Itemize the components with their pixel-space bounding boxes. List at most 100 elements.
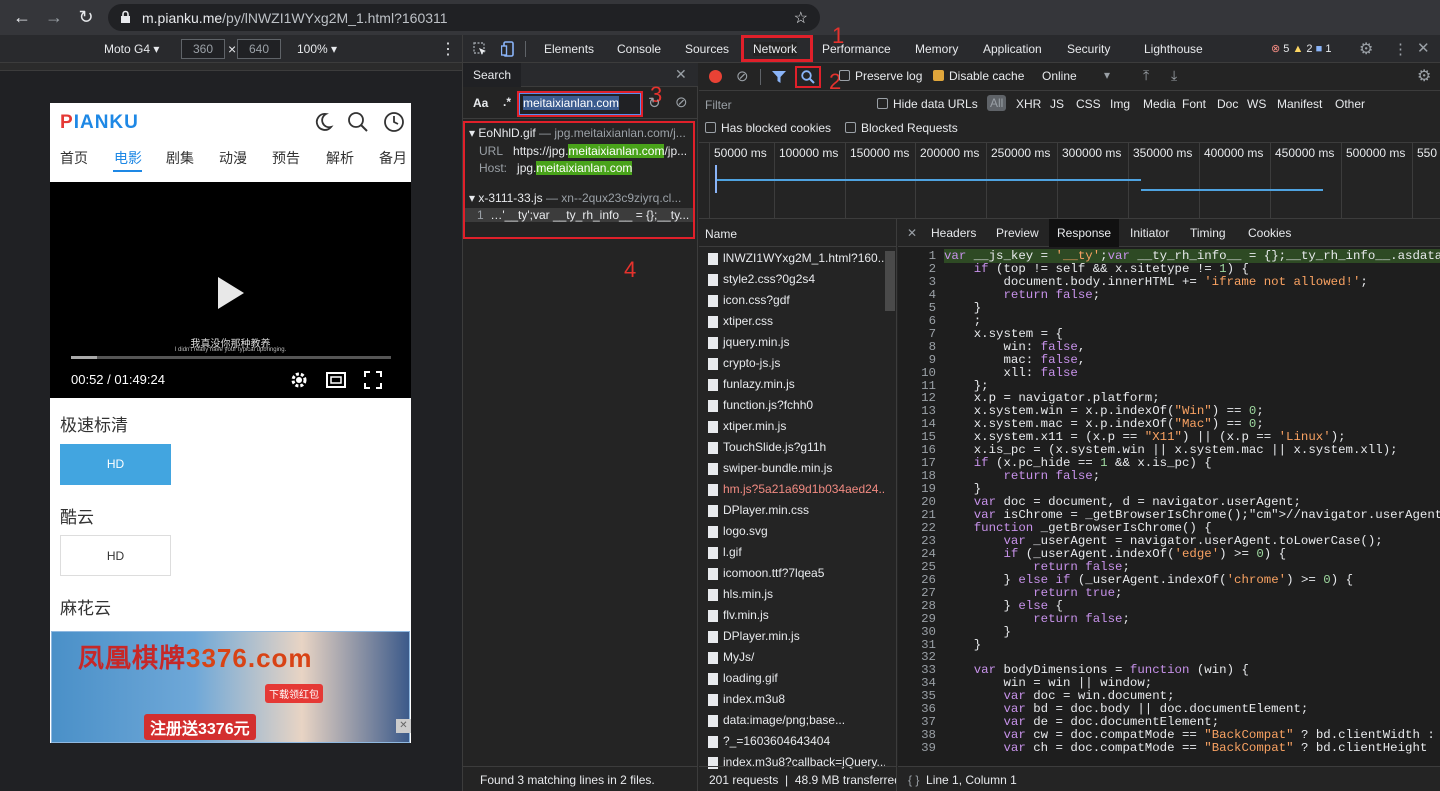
nav-item-active[interactable]: 电影 <box>114 148 142 168</box>
type-filter-ws[interactable]: WS <box>1247 97 1266 111</box>
hide-data-urls-checkbox[interactable]: Hide data URLs <box>877 97 978 111</box>
fullscreen-icon[interactable] <box>362 370 384 390</box>
request-row[interactable]: hm.js?5a21a69d1b034aed24... <box>699 479 885 500</box>
back-arrow-icon[interactable]: ← <box>12 7 32 27</box>
close-search-icon[interactable]: ✕ <box>675 66 687 83</box>
type-filter-media[interactable]: Media <box>1143 97 1176 111</box>
throttle-chevron-down-icon[interactable]: ▾ <box>1104 68 1110 82</box>
hd-button[interactable]: HD <box>60 535 171 576</box>
zoom-select[interactable]: 100% ▾ <box>297 42 337 56</box>
tab-initiator[interactable]: Initiator <box>1130 226 1169 240</box>
nav-item[interactable]: 备月 <box>379 148 407 168</box>
tab-lighthouse[interactable]: Lighthouse <box>1144 42 1203 56</box>
request-row[interactable]: ?_=1603604643404 <box>699 731 885 752</box>
reload-icon[interactable]: ↻ <box>76 7 96 27</box>
request-row[interactable]: hls.min.js <box>699 584 885 605</box>
request-row[interactable]: function.js?fchh0 <box>699 395 885 416</box>
request-row[interactable]: icomoon.ttf?7lqea5 <box>699 563 885 584</box>
disable-cache-checkbox[interactable]: Disable cache <box>933 69 1024 83</box>
request-row[interactable]: TouchSlide.js?g11h <box>699 437 885 458</box>
tab-console[interactable]: Console <box>617 42 661 56</box>
address-bar[interactable]: m.pianku.me/py/lNWZI1WYxg2M_1.html?16031… <box>108 4 820 31</box>
request-row[interactable]: flv.min.js <box>699 605 885 626</box>
record-icon[interactable] <box>709 70 722 83</box>
export-har-icon[interactable]: ⤓ <box>1171 67 1177 84</box>
close-detail-icon[interactable]: ✕ <box>907 226 917 240</box>
issue-counters[interactable]: ⊗ 5 ▲ 2 ■ 1 <box>1271 42 1331 55</box>
hd-button-active[interactable]: HD <box>60 444 171 485</box>
tab-sources[interactable]: Sources <box>685 42 729 56</box>
tab-response[interactable]: Response <box>1049 219 1120 247</box>
ad-banner[interactable]: 凤凰棋牌3376.com 下载领红包 注册送3376元 <box>51 631 410 743</box>
settings-gear-icon[interactable]: ⚙ <box>1359 39 1373 59</box>
has-blocked-cookies-checkbox[interactable]: Has blocked cookies <box>705 121 831 135</box>
nav-item[interactable]: 动漫 <box>219 148 247 168</box>
close-devtools-icon[interactable]: ✕ <box>1417 39 1430 57</box>
tab-timing[interactable]: Timing <box>1190 226 1226 240</box>
match-case-toggle[interactable]: Aa <box>473 96 488 110</box>
more-options-icon[interactable]: ⋮ <box>440 39 456 59</box>
request-row[interactable]: xtiper.min.js <box>699 416 885 437</box>
ad-close-icon[interactable]: ✕ <box>396 719 411 733</box>
request-row[interactable]: data:image/png;base... <box>699 710 885 731</box>
blocked-requests-checkbox[interactable]: Blocked Requests <box>845 121 958 135</box>
type-filter-font[interactable]: Font <box>1182 97 1206 111</box>
import-har-icon[interactable]: ⤒ <box>1143 67 1149 84</box>
search-icon[interactable] <box>347 111 369 133</box>
request-row[interactable]: funlazy.min.js <box>699 374 885 395</box>
request-list-scrollbar[interactable] <box>885 251 895 311</box>
history-clock-icon[interactable] <box>383 111 405 133</box>
type-filter-all[interactable]: All <box>987 95 1007 111</box>
result-file[interactable]: ▾ x-3111-33.js — xn--2qux23c9ziyrq.cl... <box>469 191 693 205</box>
preserve-log-checkbox[interactable]: Preserve log <box>839 69 922 83</box>
tab-preview[interactable]: Preview <box>996 226 1039 240</box>
bookmark-star-icon[interactable]: ☆ <box>794 8 808 28</box>
response-code-view[interactable]: 1 var __js_key = '__ty';var __ty_rh_info_… <box>898 247 1440 766</box>
clear-log-icon[interactable]: ⊘ <box>736 67 749 85</box>
request-row[interactable]: swiper-bundle.min.js <box>699 458 885 479</box>
device-width-input[interactable]: 360 <box>181 39 225 59</box>
request-row[interactable]: loading.gif <box>699 668 885 689</box>
result-file[interactable]: ▾ EoNhlD.gif — jpg.meitaixianlan.com/j..… <box>469 126 693 140</box>
tab-elements[interactable]: Elements <box>544 42 594 56</box>
type-filter-css[interactable]: CSS <box>1076 97 1101 111</box>
name-column-header[interactable]: Name <box>699 219 896 247</box>
throttle-select[interactable]: Online <box>1042 69 1077 83</box>
refresh-search-icon[interactable]: ↻ <box>648 94 661 112</box>
type-filter-js[interactable]: JS <box>1050 97 1064 111</box>
result-line[interactable]: Host: jpg.meitaixianlan.com <box>479 161 693 175</box>
type-filter-xhr[interactable]: XHR <box>1016 97 1041 111</box>
network-settings-gear-icon[interactable]: ⚙ <box>1417 66 1431 86</box>
settings-gear-icon[interactable] <box>288 370 310 390</box>
play-icon[interactable] <box>218 277 244 309</box>
network-overview-timeline[interactable]: 50000 ms 100000 ms 150000 ms 200000 ms 2… <box>699 143 1440 219</box>
request-row[interactable]: MyJs/ <box>699 647 885 668</box>
request-row[interactable]: xtiper.css <box>699 311 885 332</box>
result-line-selected[interactable]: 1 …'__ty';var __ty_rh_info__ = {};__ty..… <box>465 208 693 222</box>
tab-security[interactable]: Security <box>1067 42 1110 56</box>
video-progress-bar[interactable] <box>71 356 391 359</box>
filter-funnel-icon[interactable] <box>772 71 786 83</box>
device-select[interactable]: Moto G4 ▾ <box>104 42 159 56</box>
device-height-input[interactable]: 640 <box>237 39 281 59</box>
request-row[interactable]: crypto-js.js <box>699 353 885 374</box>
pretty-print-icon[interactable]: { } <box>908 773 919 787</box>
inspect-element-icon[interactable] <box>473 42 487 56</box>
filter-input[interactable]: Filter <box>699 94 867 114</box>
more-menu-icon[interactable]: ⋮ <box>1393 40 1408 58</box>
type-filter-img[interactable]: Img <box>1110 97 1130 111</box>
tab-headers[interactable]: Headers <box>931 226 976 240</box>
forward-arrow-icon[interactable]: → <box>44 7 64 27</box>
nav-item[interactable]: 解析 <box>326 148 354 168</box>
request-row[interactable]: logo.svg <box>699 521 885 542</box>
nav-item[interactable]: 剧集 <box>166 148 194 168</box>
request-row[interactable]: l.gif <box>699 542 885 563</box>
search-icon[interactable] <box>801 70 815 84</box>
regex-toggle[interactable]: .* <box>503 95 511 109</box>
moon-icon[interactable] <box>312 111 334 133</box>
device-toggle-icon[interactable] <box>501 41 515 57</box>
request-row[interactable]: jquery.min.js <box>699 332 885 353</box>
tab-cookies[interactable]: Cookies <box>1248 226 1291 240</box>
nav-item[interactable]: 预告 <box>272 148 300 168</box>
type-filter-manifest[interactable]: Manifest <box>1277 97 1322 111</box>
